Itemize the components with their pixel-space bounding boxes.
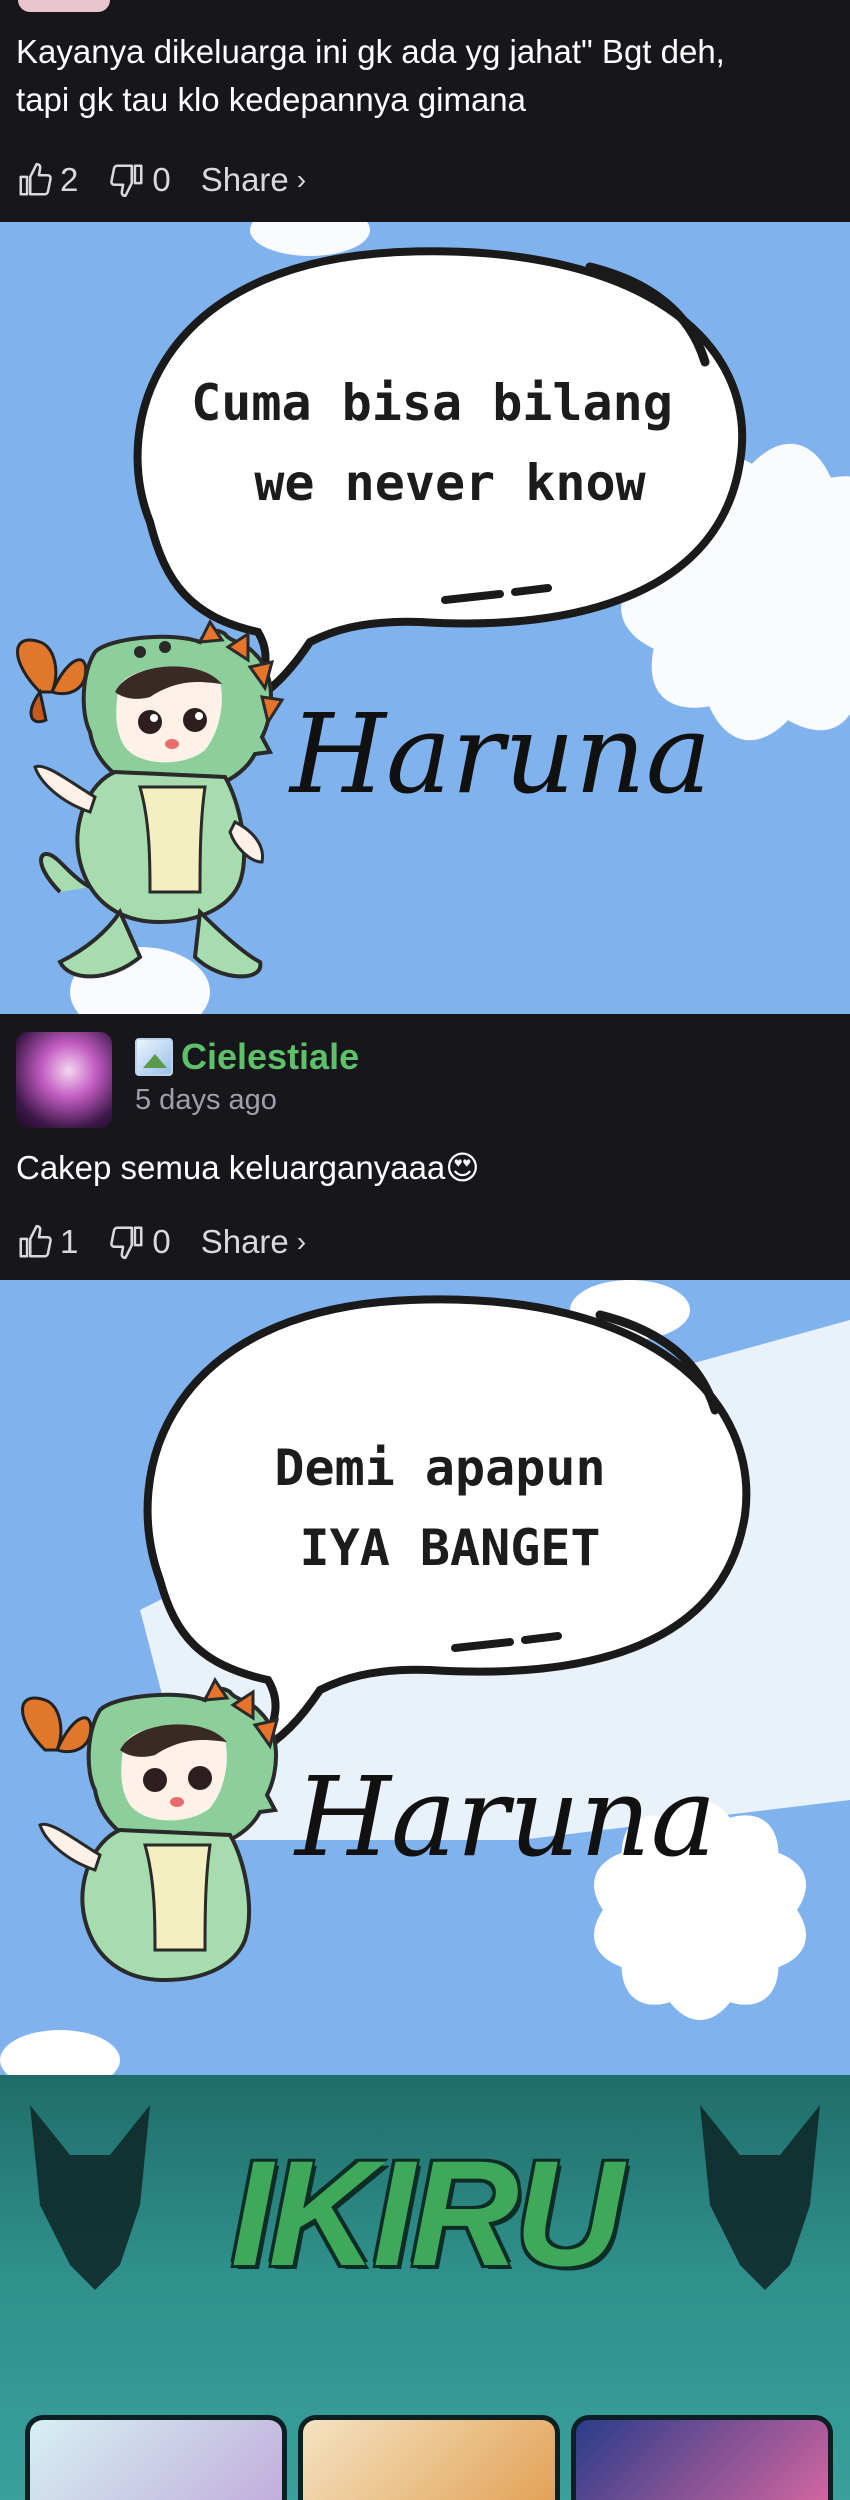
share-label: Share: [200, 1223, 289, 1260]
signature: Haruna: [288, 690, 711, 818]
share-button[interactable]: Share ›: [201, 161, 306, 199]
like-count: 2: [60, 161, 79, 198]
butterfly-icon: [16, 638, 88, 724]
chevron-right-icon: ›: [296, 164, 307, 195]
comment-actions: 1 0 Share ›: [16, 1220, 306, 1264]
like-button[interactable]: 1: [16, 1223, 78, 1261]
comment-top-header: [0, 0, 850, 14]
dislike-count: 0: [152, 161, 171, 198]
comment-actions: 2 0 Share ›: [16, 158, 306, 202]
bubble-line-2: IYA BANGET: [299, 1519, 600, 1577]
avatar[interactable]: [18, 0, 110, 12]
ikiru-banner: IKIRU: [0, 2075, 850, 2500]
comment-sticker-image-1: Cuma bisa bilang we never know Haruna: [0, 222, 850, 1014]
comment-text: Cakep semua keluarganyaaa😍: [16, 1149, 480, 1186]
dislike-count: 0: [152, 1223, 171, 1260]
like-button[interactable]: 2: [16, 161, 78, 199]
dislike-button[interactable]: 0: [108, 161, 171, 199]
manga-card[interactable]: [571, 2415, 833, 2500]
thumbs-down-icon: [110, 164, 143, 198]
username[interactable]: Cielestiale: [181, 1036, 359, 1078]
butterfly-icon: [21, 1696, 93, 1754]
share-button[interactable]: Share ›: [201, 1223, 306, 1261]
timestamp: 5 days ago: [135, 1084, 277, 1116]
comment-cielestiale: Cielestiale 5 days ago Cakep semua kelua…: [0, 1014, 850, 1280]
manga-card[interactable]: [25, 2415, 287, 2500]
bubble-line-2: we never know: [254, 454, 646, 512]
avatar[interactable]: [16, 1032, 112, 1128]
comment-sticker-image-2: Demi apapun IYA BANGET Haruna: [0, 1280, 850, 2075]
broken-image-icon: [135, 1038, 173, 1076]
signature: Haruna: [293, 1753, 716, 1881]
thumbs-up-icon: [19, 1224, 52, 1258]
chevron-right-icon: ›: [296, 1226, 307, 1257]
share-label: Share: [200, 161, 289, 198]
dislike-button[interactable]: 0: [108, 1223, 171, 1261]
thumbs-down-icon: [110, 1226, 143, 1260]
manga-card[interactable]: [298, 2415, 560, 2500]
bubble-line-1: Demi apapun: [274, 1439, 605, 1497]
bubble-line-1: Cuma bisa bilang: [191, 374, 673, 432]
comment-top: Kayanya dikeluarga ini gk ada yg jahat" …: [0, 0, 850, 222]
thumbs-up-icon: [19, 162, 52, 196]
like-count: 1: [60, 1223, 79, 1260]
comment-text: Kayanya dikeluarga ini gk ada yg jahat" …: [16, 33, 725, 118]
ikiru-logo: IKIRU: [230, 2129, 623, 2297]
comment-author[interactable]: Cielestiale: [135, 1036, 359, 1078]
